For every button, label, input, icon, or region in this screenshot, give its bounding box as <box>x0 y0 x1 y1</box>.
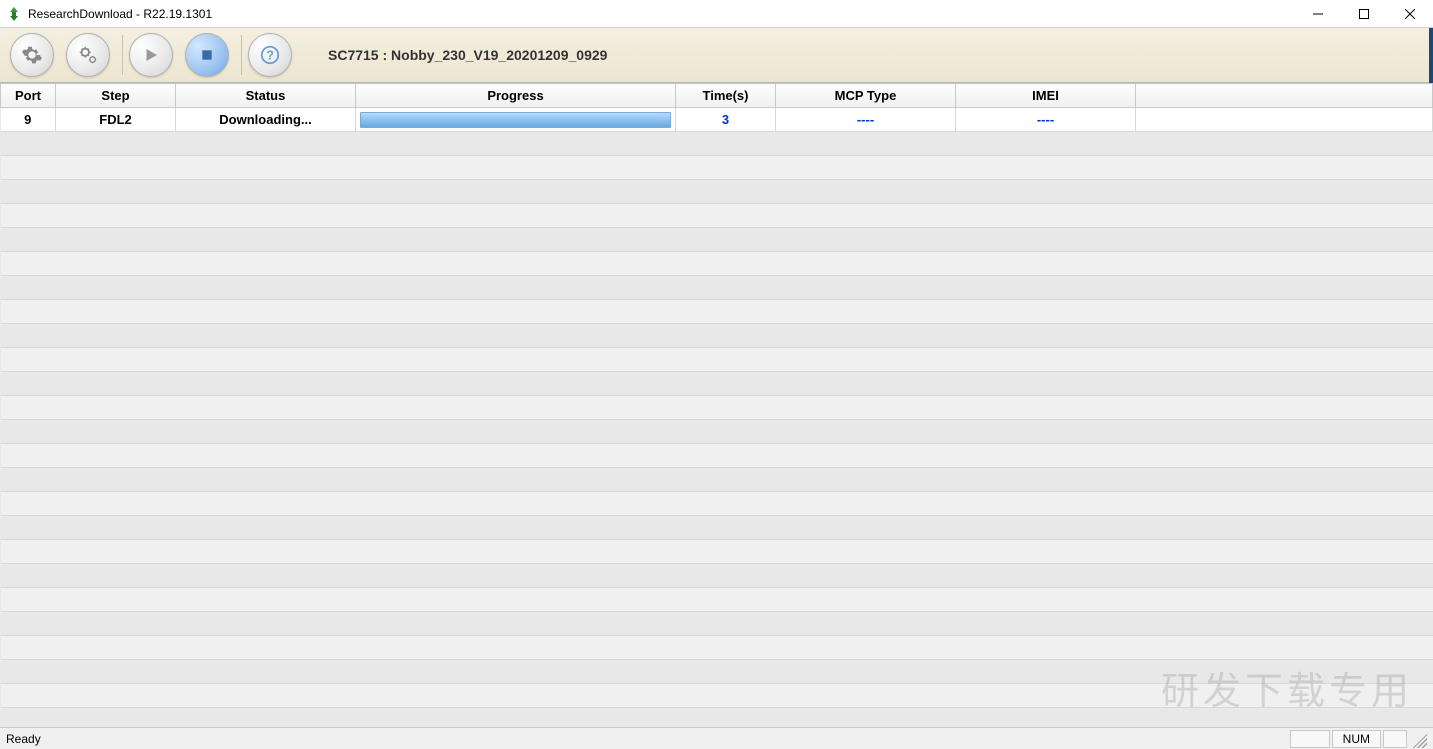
col-port[interactable]: Port <box>1 84 56 108</box>
empty-row <box>1 180 1433 204</box>
col-time[interactable]: Time(s) <box>676 84 776 108</box>
empty-row <box>1 420 1433 444</box>
empty-row <box>1 348 1433 372</box>
col-mcp[interactable]: MCP Type <box>776 84 956 108</box>
settings-multi-button[interactable] <box>66 33 110 77</box>
table-area: Port Step Status Progress Time(s) MCP Ty… <box>0 83 1433 727</box>
empty-row <box>1 396 1433 420</box>
cell-progress <box>356 108 676 132</box>
empty-row <box>1 252 1433 276</box>
help-icon: ? <box>259 44 281 66</box>
cell-time: 3 <box>676 108 776 132</box>
resize-grip[interactable] <box>1409 730 1427 748</box>
empty-row <box>1 324 1433 348</box>
status-empty2 <box>1383 730 1407 748</box>
toolbar-separator <box>122 35 123 75</box>
col-spacer <box>1136 84 1433 108</box>
cell-status: Downloading... <box>176 108 356 132</box>
col-progress[interactable]: Progress <box>356 84 676 108</box>
close-button[interactable] <box>1387 0 1433 27</box>
empty-row <box>1 564 1433 588</box>
window-titlebar: ResearchDownload - R22.19.1301 <box>0 0 1433 28</box>
status-num: NUM <box>1332 730 1381 748</box>
progress-fill <box>361 113 670 127</box>
empty-row <box>1 132 1433 156</box>
empty-row <box>1 516 1433 540</box>
toolbar: ? SC7715 : Nobby_230_V19_20201209_0929 <box>0 28 1433 83</box>
col-imei[interactable]: IMEI <box>956 84 1136 108</box>
stop-button[interactable] <box>185 33 229 77</box>
col-step[interactable]: Step <box>56 84 176 108</box>
empty-row <box>1 156 1433 180</box>
empty-row <box>1 660 1433 684</box>
maximize-button[interactable] <box>1341 0 1387 27</box>
cell-port: 9 <box>1 108 56 132</box>
stop-icon <box>199 47 215 63</box>
empty-row <box>1 492 1433 516</box>
toolbar-separator <box>241 35 242 75</box>
cell-spacer <box>1136 108 1433 132</box>
settings-button[interactable] <box>10 33 54 77</box>
empty-row <box>1 372 1433 396</box>
table-header-row: Port Step Status Progress Time(s) MCP Ty… <box>1 84 1433 108</box>
device-label: SC7715 : Nobby_230_V19_20201209_0929 <box>328 47 607 63</box>
gears-icon <box>77 44 99 66</box>
statusbar: Ready NUM <box>0 727 1433 749</box>
cell-mcp: ---- <box>776 108 956 132</box>
empty-row <box>1 708 1433 728</box>
progress-bar <box>360 112 671 128</box>
cell-imei: ---- <box>956 108 1136 132</box>
empty-row <box>1 612 1433 636</box>
window-title: ResearchDownload - R22.19.1301 <box>28 7 1295 21</box>
start-button[interactable] <box>129 33 173 77</box>
empty-row <box>1 228 1433 252</box>
gear-icon <box>21 44 43 66</box>
empty-row <box>1 684 1433 708</box>
table-row[interactable]: 9 FDL2 Downloading... 3 ---- ---- <box>1 108 1433 132</box>
empty-row <box>1 636 1433 660</box>
empty-row <box>1 540 1433 564</box>
empty-row <box>1 276 1433 300</box>
cell-step: FDL2 <box>56 108 176 132</box>
status-ready: Ready <box>6 732 1288 746</box>
minimize-button[interactable] <box>1295 0 1341 27</box>
accent-bar <box>1429 28 1433 83</box>
help-button[interactable]: ? <box>248 33 292 77</box>
download-table: Port Step Status Progress Time(s) MCP Ty… <box>0 83 1433 727</box>
empty-row <box>1 204 1433 228</box>
empty-row <box>1 300 1433 324</box>
col-status[interactable]: Status <box>176 84 356 108</box>
app-icon <box>6 6 22 22</box>
svg-text:?: ? <box>266 48 274 63</box>
status-empty <box>1290 730 1330 748</box>
empty-row <box>1 468 1433 492</box>
play-icon <box>142 46 160 64</box>
empty-row <box>1 444 1433 468</box>
empty-row <box>1 588 1433 612</box>
